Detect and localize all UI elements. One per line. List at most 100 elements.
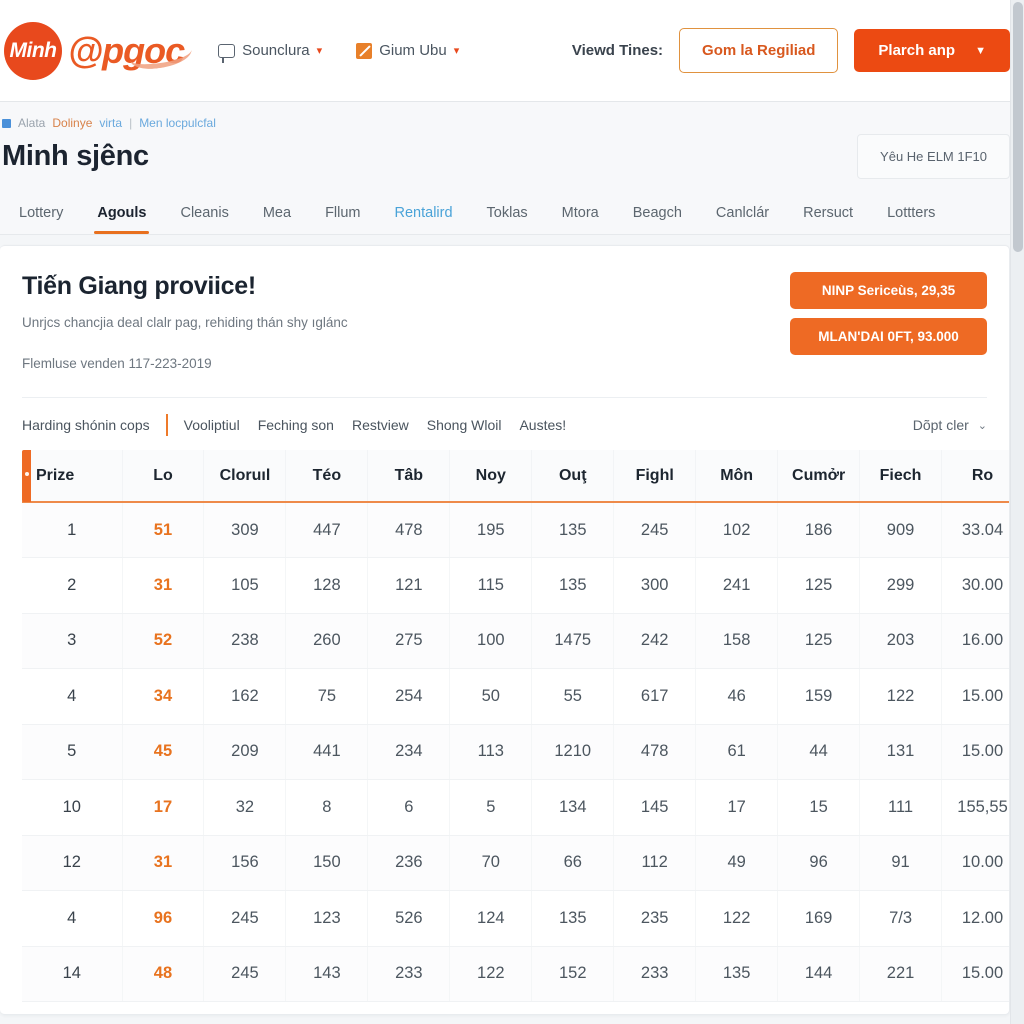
cell-lo: 17 (122, 779, 205, 836)
filter-feching-son[interactable]: Feching son (258, 417, 352, 433)
cell-prize: 4 (22, 890, 123, 947)
cell-value: 66 (531, 835, 615, 891)
cell-value: 145 (613, 779, 697, 836)
table-row[interactable]: 4 34 162 75 254 50 55 617 46 159 122 15.00 (22, 668, 1009, 725)
table-row[interactable]: 10 17 32 8 6 5 134 145 17 15 111 155,55 (22, 779, 1009, 836)
nav-item-gium-ubu[interactable]: Gium Ubu ▾ (356, 42, 459, 59)
top-bar-actions: Viewd Tines: Gom la Regiliad Plarch anp … (572, 28, 1016, 73)
cell-prize: 12 (22, 835, 123, 891)
filter-shong-wloil[interactable]: Shong Wloil (427, 417, 520, 433)
column-header-prize[interactable]: Prize (22, 450, 123, 503)
tab-agouls[interactable]: Agouls (80, 205, 163, 234)
cell-prize: 10 (22, 779, 123, 836)
column-header-tab[interactable]: Tâb (367, 450, 451, 503)
cell-value: 209 (203, 724, 287, 780)
results-table: Prize Lo Cloruıl Téo Tâb Noy Ouţ Fighl M… (22, 450, 1009, 1002)
column-header-fighl[interactable]: Fighl (613, 450, 697, 503)
table-row[interactable]: 4 96 245 123 526 124 135 235 122 169 7/3 12.00 (22, 890, 1009, 947)
cell-value: 478 (613, 724, 697, 780)
cell-value: 112 (613, 835, 697, 891)
table-row[interactable]: 5 45 209 441 234 113 1210 478 61 44 131 15.00 (22, 724, 1009, 780)
column-header-fiech[interactable]: Fiech (859, 450, 943, 503)
breadcrumb: Alata Dolinye virta | Men locpulcfal (0, 116, 1024, 130)
nav-item-sounclura[interactable]: Sounclura ▾ (218, 42, 322, 63)
column-header-lo[interactable]: Lo (122, 450, 205, 503)
tab-rersuct[interactable]: Rersuct (786, 205, 870, 234)
ninp-sericeus-button[interactable]: NINP Sericeùs, 29,35 (790, 272, 987, 309)
status-badge[interactable]: Yêu He ELM 1F10 (857, 134, 1010, 179)
column-header-ro[interactable]: Ro (941, 450, 1009, 503)
plarch-anp-button[interactable]: Plarch anp ▼ (854, 29, 1010, 72)
brand-badge: Minh (4, 21, 62, 80)
column-header-cloruil[interactable]: Cloruıl (203, 450, 287, 503)
cell-lo: 31 (122, 835, 205, 891)
nav-item-sounclura-label: Sounclura (242, 42, 310, 59)
tab-mea[interactable]: Mea (246, 205, 308, 234)
cell-lo: 34 (122, 668, 205, 725)
column-header-noy[interactable]: Noy (449, 450, 533, 503)
cell-value: 61 (695, 724, 779, 780)
promo-section: Tiến Giang proviice! Unrjcs chancjia dea… (0, 246, 1009, 371)
table-row[interactable]: 12 31 156 150 236 70 66 112 49 96 91 10.00 (22, 835, 1009, 891)
column-header-teo[interactable]: Téo (285, 450, 369, 503)
scrollbar-thumb[interactable] (1013, 2, 1023, 252)
tab-lottery[interactable]: Lottery (2, 205, 80, 234)
breadcrumb-item-4[interactable]: Men locpulcfal (139, 116, 216, 130)
vertical-scrollbar[interactable] (1010, 0, 1024, 1024)
nav-item-gium-ubu-label: Gium Ubu (379, 42, 447, 59)
cell-value: 478 (367, 502, 451, 558)
column-header-out[interactable]: Ouţ (531, 450, 615, 503)
table-accent-handle[interactable] (22, 450, 31, 502)
cell-value: 10.00 (941, 835, 1009, 891)
tab-fllum[interactable]: Fllum (308, 205, 377, 234)
tab-cleanis[interactable]: Cleanis (163, 205, 245, 234)
filter-austes[interactable]: Austes! (519, 417, 584, 433)
filter-restview[interactable]: Restview (352, 417, 427, 433)
breadcrumb-item-3[interactable]: virta (99, 116, 122, 130)
brand-logo[interactable]: Minh @ pgoc (0, 21, 194, 80)
cell-value: 156 (203, 835, 287, 891)
cell-value: 300 (613, 557, 697, 614)
chevron-down-icon: ▼ (975, 44, 986, 57)
cell-lo: 51 (122, 502, 205, 558)
promo-subtitle: Unrjcs chancjia deal clalr pag, rehiding… (22, 315, 348, 330)
cell-prize: 3 (22, 613, 123, 669)
tab-mtora[interactable]: Mtora (545, 205, 616, 234)
cell-value: 152 (531, 946, 615, 1002)
breadcrumb-item-1[interactable]: Alata (18, 116, 45, 130)
cell-value: 16.00 (941, 613, 1009, 669)
cell-value: 236 (367, 835, 451, 891)
filter-harding-shonin-cops[interactable]: Harding shónin cops (22, 417, 166, 433)
tab-rentalird[interactable]: Rentalird (378, 205, 470, 234)
cell-value: 122 (859, 668, 943, 725)
tab-beagch[interactable]: Beagch (616, 205, 699, 234)
sort-dropdown[interactable]: Dõpt cler ⌄ (913, 417, 987, 433)
cell-value: 96 (777, 835, 861, 891)
cell-value: 6 (367, 779, 451, 836)
column-header-cumor[interactable]: Cumởr (777, 450, 861, 503)
promo-meta: Flemluse venden 117-223-2019 (22, 356, 212, 371)
cell-value: 143 (285, 946, 369, 1002)
gom-la-regiliad-button[interactable]: Gom la Regiliad (679, 28, 839, 73)
cell-value: 12.00 (941, 890, 1009, 947)
table-row[interactable]: 1 51 309 447 478 195 135 245 102 186 909 33.04 (22, 502, 1009, 558)
mlandai-button[interactable]: MLAN'DAI 0FT, 93.000 (790, 318, 987, 355)
sort-dropdown-label: Dõpt cler (912, 417, 969, 433)
cell-value: 8 (285, 779, 369, 836)
table-row[interactable]: 3 52 238 260 275 100 1475 242 158 125 203 16.00 (22, 613, 1009, 669)
cell-value: 75 (285, 668, 369, 725)
tab-toklas[interactable]: Toklas (470, 205, 545, 234)
table-row[interactable]: 2 31 105 128 121 115 135 300 241 125 299 30.00 (22, 557, 1009, 614)
filter-vooliptiul[interactable]: Vooliptiul (184, 417, 258, 433)
tab-lottters[interactable]: Lottters (870, 205, 952, 234)
cell-lo: 96 (122, 890, 205, 947)
table-row[interactable]: 14 48 245 143 233 122 152 233 135 144 221 15.00 (22, 946, 1009, 1002)
note-icon (356, 42, 373, 59)
cell-value: 50 (449, 668, 533, 725)
column-header-mon[interactable]: Môn (695, 450, 779, 503)
plarch-anp-label: Plarch anp (878, 42, 956, 59)
breadcrumb-item-2[interactable]: Dolinye (52, 116, 92, 130)
tab-canlclar[interactable]: Canlclár (699, 205, 786, 234)
cell-value: 233 (613, 946, 697, 1002)
cell-value: 242 (613, 613, 697, 669)
